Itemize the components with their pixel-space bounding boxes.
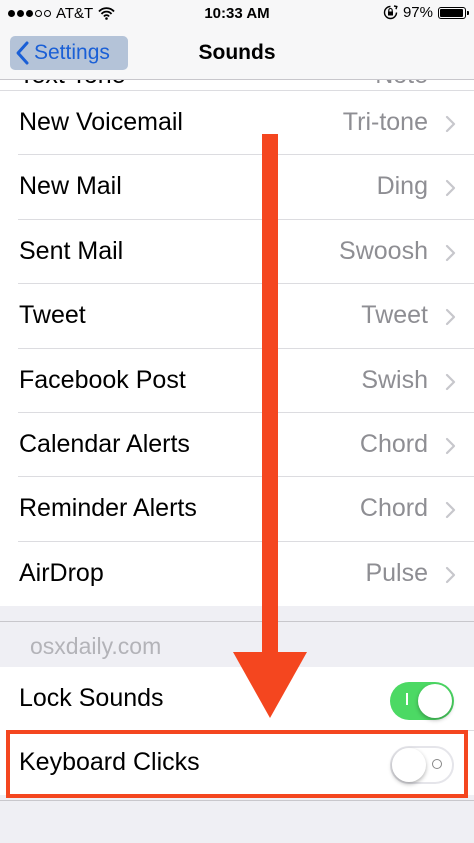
row-label: Keyboard Clicks <box>19 748 200 776</box>
rows-container: New Voicemail Tri-tone New Mail Ding Sent Ma… <box>0 91 474 607</box>
row-value: Swoosh <box>339 236 428 265</box>
page-title: Sounds <box>198 41 276 64</box>
row-label: Text Tone <box>19 80 126 90</box>
watermark: osxdaily.com <box>30 633 162 659</box>
toggle-list: Lock Sounds Keyboard Clicks <box>0 667 474 795</box>
chevron-right-icon <box>445 309 456 326</box>
row-value: Ding <box>376 172 428 201</box>
list-item[interactable]: Tweet Tweet <box>0 284 474 349</box>
chevron-right-icon <box>445 437 456 455</box>
row-value: Chord <box>359 429 428 458</box>
list-item[interactable]: New Mail Ding <box>0 155 474 220</box>
row-value: Tweet <box>361 301 428 330</box>
row-label: Lock Sounds <box>19 684 164 712</box>
list-item-partial[interactable]: Text Tone Note <box>0 80 474 91</box>
list-item[interactable]: AirDrop Pulse <box>0 541 474 607</box>
list-item[interactable]: Reminder Alerts Chord <box>0 477 474 542</box>
chevron-right-icon <box>445 373 456 390</box>
list-item[interactable]: New Voicemail Tri-tone <box>0 91 474 156</box>
row-label: Tweet <box>19 301 86 330</box>
chevron-right-icon <box>445 502 456 519</box>
row-label: Facebook Post <box>19 365 186 394</box>
rotation-lock-icon <box>383 5 398 20</box>
lock-sounds-toggle[interactable] <box>390 682 454 720</box>
list-item[interactable]: Facebook Post Swish <box>0 348 474 413</box>
keyboard-clicks-toggle[interactable] <box>390 746 454 784</box>
bottom-background <box>0 800 474 843</box>
toggle-row-keyboard-clicks: Keyboard Clicks <box>0 731 474 795</box>
row-label: Reminder Alerts <box>19 494 197 523</box>
row-value: Chord <box>359 494 428 523</box>
list-item[interactable]: Calendar Alerts Chord <box>0 412 474 478</box>
toggle-row-lock-sounds: Lock Sounds <box>0 667 474 731</box>
row-label: AirDrop <box>19 558 104 587</box>
row-label: Calendar Alerts <box>19 429 190 458</box>
chevron-right-icon <box>445 115 456 133</box>
list-item[interactable]: Sent Mail Swoosh <box>0 219 474 285</box>
battery-fill <box>440 8 464 17</box>
row-label: New Mail <box>19 172 122 201</box>
status-right: 97% <box>383 4 469 21</box>
battery-icon <box>438 6 469 19</box>
row-value: Pulse <box>365 558 428 587</box>
row-value: Swish <box>361 365 428 394</box>
row-label: Sent Mail <box>19 236 124 265</box>
section-separator: osxdaily.com <box>0 621 474 667</box>
row-label: New Voicemail <box>19 108 183 136</box>
battery-percent: 97% <box>402 4 433 21</box>
chevron-right-icon <box>445 244 456 261</box>
sounds-list: Text Tone Note New VoicemailTri-toneNew … <box>0 80 474 607</box>
chevron-right-icon <box>445 180 456 197</box>
row-value: Tri-tone <box>342 108 428 136</box>
status-bar: AT&T 10:33 AM 97% <box>0 0 474 28</box>
row-value: Note <box>375 80 428 90</box>
navigation-bar: Settings Sounds <box>0 28 474 80</box>
chevron-right-icon <box>445 566 456 583</box>
